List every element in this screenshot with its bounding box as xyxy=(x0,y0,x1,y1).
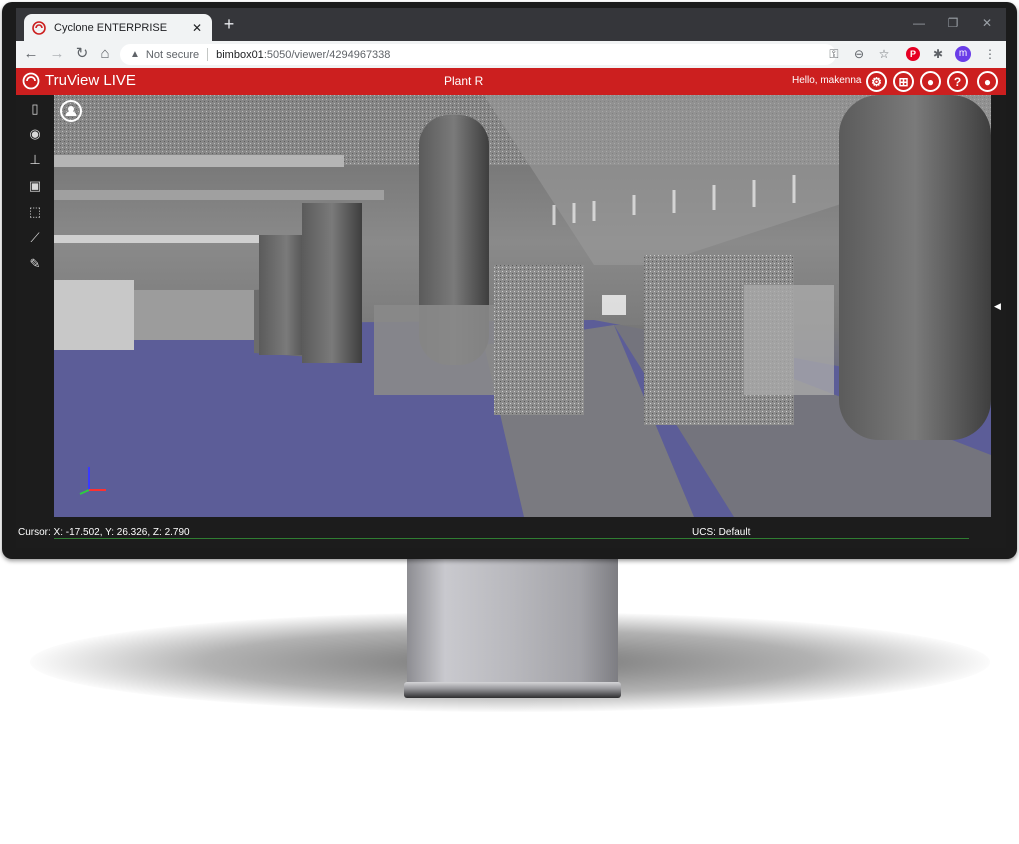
tab-close-icon[interactable]: ✕ xyxy=(190,21,204,35)
status-bar: Cursor: X: -17.502, Y: 26.326, Z: 2.790 … xyxy=(16,517,1006,548)
browser-tab[interactable]: Cyclone ENTERPRISE ✕ xyxy=(24,14,212,41)
tab-title: Cyclone ENTERPRISE xyxy=(54,21,168,34)
cursor-coordinates: Cursor: X: -17.502, Y: 26.326, Z: 2.790 xyxy=(18,527,190,538)
user-icon[interactable]: ● xyxy=(977,71,998,92)
new-tab-button[interactable]: + xyxy=(219,15,239,33)
cube-wireframe-icon[interactable]: ⬚ xyxy=(26,203,44,221)
map-icon[interactable]: ▯ xyxy=(26,100,44,118)
browser-tab-bar: Cyclone ENTERPRISE ✕ + — ❐ ✕ xyxy=(16,8,1006,41)
browser-toolbar: ← → ↻ ⌂ ▲ Not secure bimbox01:5050/viewe… xyxy=(16,41,1006,68)
viewpoint-user-icon[interactable] xyxy=(60,100,82,122)
point-cloud-scene xyxy=(54,95,991,517)
extensions-puzzle-icon[interactable]: ✱ xyxy=(930,47,946,61)
user-greeting: Hello, makenna xyxy=(792,75,862,86)
app-brand: TruView LIVE xyxy=(45,72,136,89)
monitor-stand-base xyxy=(404,682,621,698)
screen: Cyclone ENTERPRISE ✕ + — ❐ ✕ ← → ↻ ⌂ ▲ N… xyxy=(16,8,1006,548)
progress-line xyxy=(54,538,969,539)
cube-section-icon[interactable]: ▣ xyxy=(26,177,44,195)
gear-icon[interactable]: ⚙ xyxy=(866,71,887,92)
eye-icon[interactable]: ◉ xyxy=(26,125,44,143)
help-icon[interactable]: ? xyxy=(947,71,968,92)
point-cloud-viewport[interactable] xyxy=(54,95,991,517)
forward-arrow-icon[interactable]: → xyxy=(48,45,66,63)
key-icon[interactable]: ⚿ xyxy=(826,47,842,61)
pinterest-extension-icon[interactable]: P xyxy=(906,47,920,61)
ruler-icon[interactable]: ⟋ xyxy=(26,229,44,247)
project-title: Plant R xyxy=(444,74,484,88)
back-arrow-icon[interactable]: ← xyxy=(22,45,40,63)
tool-panel: ▯ ◉ ⊥ ▣ ⬚ ⟋ ✎ xyxy=(16,95,54,517)
star-icon[interactable]: ☆ xyxy=(876,47,892,61)
reload-icon[interactable]: ↻ xyxy=(73,45,91,63)
app-header: TruView LIVE Plant R Hello, makenna ⚙ ⊞ … xyxy=(16,68,1006,95)
monitor-stand-neck xyxy=(407,559,618,684)
address-bar[interactable]: ▲ Not secure bimbox01:5050/viewer/429496… xyxy=(120,44,836,65)
cyclone-logo-icon xyxy=(32,20,46,35)
close-window-button[interactable]: ✕ xyxy=(977,16,997,30)
monitor: Cyclone ENTERPRISE ✕ + — ❐ ✕ ← → ↻ ⌂ ▲ N… xyxy=(2,2,1017,559)
url-path: :5050/viewer/4294967338 xyxy=(263,48,391,61)
address-separator xyxy=(207,48,209,61)
url-host: bimbox01 xyxy=(216,48,264,61)
truview-logo-icon xyxy=(22,72,40,90)
expand-panel-icon[interactable]: ◀ xyxy=(994,301,1001,312)
minimize-button[interactable]: — xyxy=(909,16,929,30)
layout-icon[interactable]: ⊞ xyxy=(893,71,914,92)
markup-icon[interactable]: ✎ xyxy=(26,255,44,273)
zoom-icon[interactable]: ⊖ xyxy=(851,47,867,61)
restore-button[interactable]: ❐ xyxy=(943,16,963,30)
home-icon[interactable]: ⌂ xyxy=(96,45,114,63)
security-label: Not secure xyxy=(145,48,200,61)
ucs-indicator: UCS: Default xyxy=(692,527,751,538)
more-menu-icon[interactable]: ⋮ xyxy=(982,47,998,61)
warning-triangle-icon: ▲ xyxy=(130,49,140,60)
user-settings-icon[interactable]: ● xyxy=(920,71,941,92)
measure-height-icon[interactable]: ⊥ xyxy=(26,151,44,169)
profile-avatar[interactable]: m xyxy=(955,46,971,62)
right-panel-collapsed[interactable]: ◀ xyxy=(991,95,1006,517)
